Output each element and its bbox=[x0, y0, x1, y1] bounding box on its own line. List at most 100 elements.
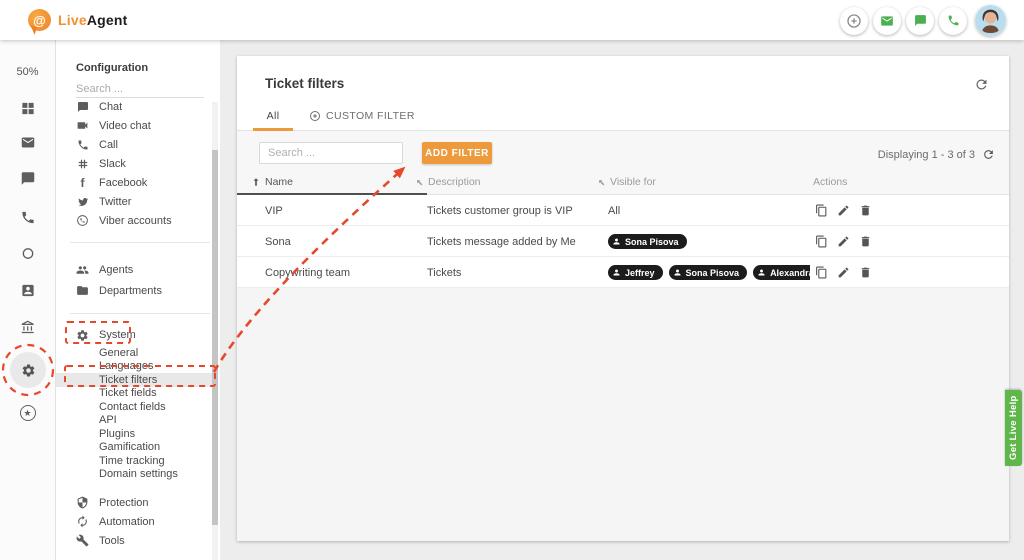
add-circle-button[interactable] bbox=[840, 7, 868, 35]
phone-button[interactable] bbox=[939, 7, 967, 35]
pagination: Displaying 1 - 3 of 3 bbox=[878, 148, 995, 161]
bank-icon[interactable] bbox=[20, 319, 35, 337]
person-icon bbox=[673, 268, 682, 277]
viber-icon bbox=[76, 214, 89, 227]
column-header-visible-for[interactable]: Visible for bbox=[597, 176, 656, 188]
row-actions bbox=[815, 195, 872, 226]
sidebar-item-twitter[interactable]: Twitter bbox=[56, 192, 220, 211]
sidebar-item-call[interactable]: Call bbox=[56, 135, 220, 154]
sidebar-scroll-area: Chat Video chat Call Slack f Facebook Tw… bbox=[56, 102, 220, 560]
videocam-icon bbox=[76, 119, 89, 132]
time-ring-icon[interactable] bbox=[20, 245, 35, 263]
chat-button[interactable] bbox=[906, 7, 934, 35]
mail-button[interactable] bbox=[873, 7, 901, 35]
sidebar-search-input[interactable] bbox=[76, 80, 204, 98]
page-title: Ticket filters bbox=[265, 76, 344, 91]
sidebar-scrollbar-thumb[interactable] bbox=[212, 150, 218, 525]
sidebar-item-departments[interactable]: Departments bbox=[56, 280, 220, 301]
duplicate-icon[interactable] bbox=[815, 235, 828, 248]
liveagent-logo[interactable]: @ LiveAgent bbox=[28, 9, 128, 31]
tab-all[interactable]: All bbox=[253, 110, 293, 122]
user-badge: Jeffrey bbox=[608, 265, 663, 280]
table-header: Name Description Visible for Actions bbox=[237, 170, 1009, 195]
agents-icon bbox=[76, 263, 89, 277]
user-badge: Sona Pisova bbox=[669, 265, 748, 280]
upgrade-star-icon[interactable]: ★ bbox=[20, 405, 36, 421]
sidebar-item-ticket-filters-active[interactable]: Ticket filters bbox=[56, 373, 214, 387]
add-circle-icon bbox=[309, 110, 321, 122]
user-badge: Alexandra Sch bbox=[753, 265, 810, 280]
table-row[interactable]: Sona Tickets message added by Me Sona Pi… bbox=[237, 226, 1009, 257]
sidebar-item-automation[interactable]: Automation bbox=[56, 512, 220, 531]
sidebar-item-plugins[interactable]: Plugins bbox=[56, 427, 220, 441]
sidebar-item-ticket-fields[interactable]: Ticket fields bbox=[56, 387, 220, 401]
configuration-sidebar: Configuration Chat Video chat Call Slack… bbox=[56, 40, 220, 560]
settings-gear-button-active[interactable] bbox=[10, 352, 46, 388]
sidebar-item-tools[interactable]: Tools bbox=[56, 531, 220, 550]
table-row[interactable]: VIP Tickets customer group is VIP All bbox=[237, 195, 1009, 226]
row-actions bbox=[815, 257, 872, 288]
duplicate-icon[interactable] bbox=[815, 266, 828, 279]
column-header-name[interactable]: Name bbox=[251, 176, 293, 188]
sidebar-item-languages[interactable]: Languages bbox=[56, 360, 220, 374]
ticket-filters-panel: Ticket filters All CUSTOM FILTER ADD FIL… bbox=[237, 56, 1009, 541]
logo-text: LiveAgent bbox=[58, 12, 128, 28]
duplicate-icon[interactable] bbox=[815, 204, 828, 217]
person-icon bbox=[757, 268, 766, 277]
filter-search-input[interactable] bbox=[259, 142, 403, 164]
liveagent-app: @ LiveAgent 50% ★ bbox=[0, 0, 1024, 560]
sidebar-item-slack[interactable]: Slack bbox=[56, 154, 220, 173]
sidebar-item-domain-settings[interactable]: Domain settings bbox=[56, 468, 220, 482]
sidebar-item-gamification[interactable]: Gamification bbox=[56, 441, 220, 455]
sidebar-item-general[interactable]: General bbox=[56, 346, 220, 360]
topbar-actions bbox=[840, 5, 1006, 36]
filter-name: VIP bbox=[265, 195, 283, 226]
sidebar-item-protection[interactable]: Protection bbox=[56, 493, 220, 512]
sidebar-item-agents[interactable]: Agents bbox=[56, 259, 220, 280]
sidebar-item-chat[interactable]: Chat bbox=[56, 102, 220, 116]
panel-header: Ticket filters All CUSTOM FILTER bbox=[237, 56, 1009, 131]
phone-rail-icon[interactable] bbox=[20, 209, 35, 227]
gear-icon bbox=[76, 329, 89, 342]
edit-icon[interactable] bbox=[837, 204, 850, 217]
sidebar-item-api[interactable]: API bbox=[56, 414, 220, 428]
mail-rail-icon[interactable] bbox=[20, 134, 35, 152]
sidebar-scrollbar[interactable] bbox=[212, 102, 218, 560]
sidebar-item-system[interactable]: System bbox=[56, 324, 220, 346]
autorenew-icon bbox=[76, 515, 89, 528]
sidebar-item-time-tracking[interactable]: Time tracking bbox=[56, 454, 220, 468]
address-book-icon[interactable] bbox=[20, 282, 35, 300]
person-icon bbox=[612, 237, 621, 246]
filter-visible-for: Sona Pisova bbox=[608, 226, 810, 257]
pagination-refresh-icon[interactable] bbox=[982, 148, 995, 161]
delete-icon[interactable] bbox=[859, 235, 872, 248]
filter-name: Sona bbox=[265, 226, 291, 257]
tab-custom-filter[interactable]: CUSTOM FILTER bbox=[309, 110, 415, 122]
dashboard-grid-icon[interactable] bbox=[20, 100, 35, 118]
sort-arrow-up-icon bbox=[251, 177, 261, 187]
sidebar-item-contact-fields[interactable]: Contact fields bbox=[56, 400, 220, 414]
user-badge: Sona Pisova bbox=[608, 234, 687, 249]
table-row[interactable]: Copywriting team Tickets Jeffrey Sona Pi… bbox=[237, 257, 1009, 288]
sidebar-item-facebook[interactable]: f Facebook bbox=[56, 173, 220, 192]
refresh-icon[interactable] bbox=[974, 76, 989, 94]
chat-rail-icon[interactable] bbox=[20, 170, 35, 188]
filter-description: Tickets customer group is VIP bbox=[427, 195, 573, 226]
shield-icon bbox=[76, 496, 89, 509]
agent-avatar[interactable] bbox=[975, 5, 1006, 36]
delete-icon[interactable] bbox=[859, 266, 872, 279]
sort-diagonal-icon bbox=[595, 176, 608, 189]
filter-visible-for: Jeffrey Sona Pisova Alexandra Sch bbox=[608, 257, 810, 288]
filters-table: VIP Tickets customer group is VIP All So… bbox=[237, 195, 1009, 288]
edit-icon[interactable] bbox=[837, 266, 850, 279]
person-icon bbox=[612, 268, 621, 277]
column-header-description[interactable]: Description bbox=[415, 176, 481, 188]
filter-description: Tickets bbox=[427, 257, 461, 288]
delete-icon[interactable] bbox=[859, 204, 872, 217]
sidebar-title: Configuration bbox=[76, 62, 148, 74]
get-live-help-tab[interactable]: Get Live Help bbox=[1005, 390, 1022, 466]
sidebar-item-viber[interactable]: Viber accounts bbox=[56, 211, 220, 230]
add-filter-button[interactable]: ADD FILTER bbox=[422, 142, 492, 164]
sidebar-item-video-chat[interactable]: Video chat bbox=[56, 116, 220, 135]
edit-icon[interactable] bbox=[837, 235, 850, 248]
